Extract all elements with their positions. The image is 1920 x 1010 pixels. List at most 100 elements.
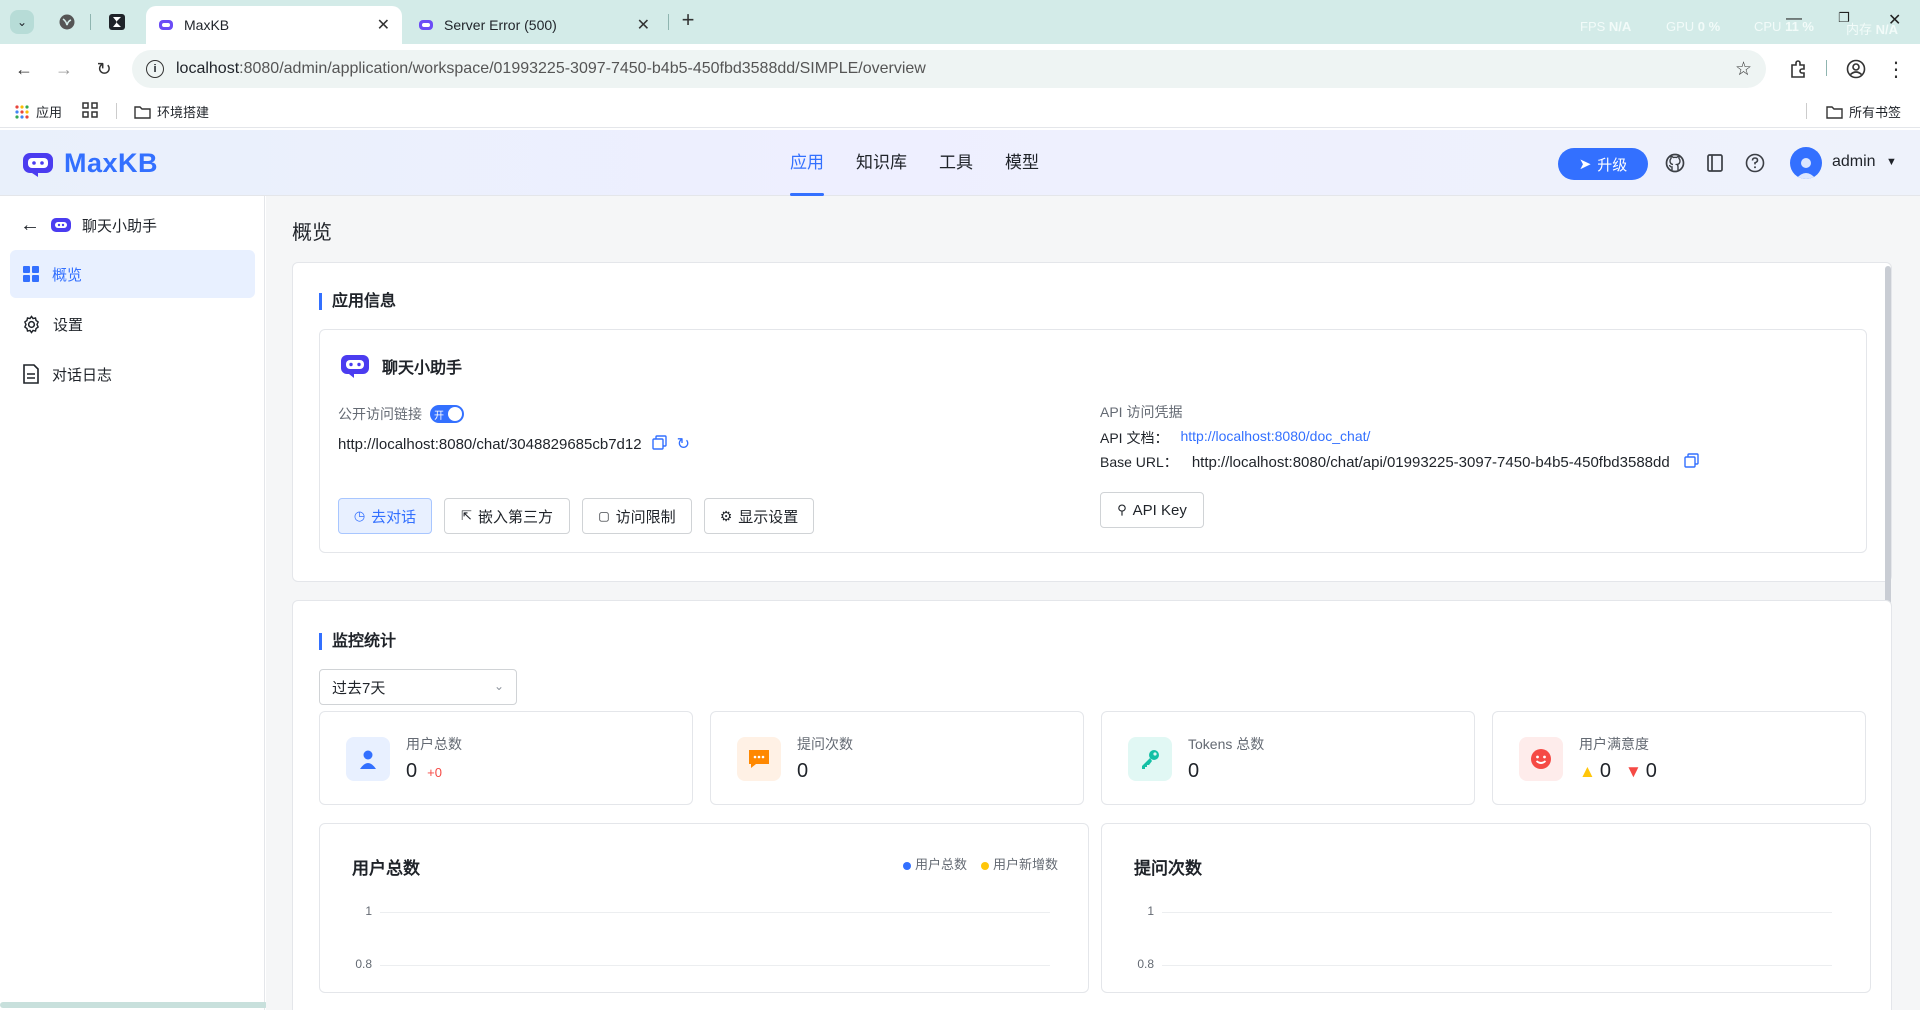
- embed-third-party-button[interactable]: ⇱ 嵌入第三方: [444, 498, 570, 534]
- api-key-button[interactable]: ⚲ API Key: [1100, 492, 1204, 528]
- cpu-readout: CPU 11 %: [1754, 19, 1814, 34]
- maxkb-logo[interactable]: MaxKB: [22, 148, 158, 179]
- stat-cards: 用户总数 0 +0 提问次数 0 Tokens 总数 0 用户满意度 ▲ 0 ▼…: [319, 711, 1867, 805]
- display-settings-button[interactable]: ⚙ 显示设置: [704, 498, 814, 534]
- thumbs-up-icon: ▲: [1579, 762, 1596, 781]
- reload-icon[interactable]: ↻: [92, 57, 116, 81]
- sidebar-item-label: 概览: [52, 266, 83, 284]
- nav-application[interactable]: 应用: [790, 130, 824, 196]
- extensions-icon[interactable]: [1786, 57, 1810, 81]
- y-tick-label: 1: [1147, 904, 1154, 918]
- stat-value: 0: [1188, 760, 1200, 782]
- stat-satisfaction: 用户满意度 ▲ 0 ▼ 0: [1492, 711, 1866, 805]
- app-name-row: 聊天小助手: [340, 354, 462, 378]
- tab-maxkb[interactable]: MaxKB ✕: [146, 6, 402, 44]
- legend-item-user-total[interactable]: 用户总数: [902, 854, 967, 873]
- y-tick-label: 0.8: [355, 957, 372, 971]
- bookmark-separator: [1806, 103, 1807, 119]
- pinned-tab-app-icon[interactable]: [106, 11, 128, 33]
- public-link-url: http://localhost:8080/chat/3048829685cb7…: [338, 435, 642, 453]
- sidebar-item-label: 对话日志: [52, 366, 113, 384]
- gear-icon: ⚙: [719, 507, 733, 524]
- rocket-icon: ➤: [1578, 156, 1592, 173]
- forward-icon[interactable]: →: [52, 57, 76, 81]
- stat-label: Tokens 总数: [1188, 736, 1265, 752]
- close-tab-icon[interactable]: ✕: [377, 15, 390, 35]
- app-bot-icon: [51, 217, 71, 232]
- address-bar: ← → ↻ i localhost:8080/admin/application…: [0, 44, 1920, 94]
- y-tick-label: 1: [365, 904, 372, 918]
- chart-legend: 用户总数 用户新增数: [902, 854, 1058, 873]
- stat-value: 0: [797, 760, 809, 782]
- url-omnibox[interactable]: i localhost:8080/admin/application/works…: [132, 50, 1766, 88]
- close-window-icon[interactable]: ✕: [1888, 10, 1901, 30]
- app-info-panel: 聊天小助手 公开访问链接 开 http://localhost:8080/cha…: [319, 329, 1867, 553]
- base-url-label: Base URL：: [1100, 454, 1178, 470]
- back-to-apps[interactable]: ← 聊天小助手: [20, 214, 157, 237]
- smile-icon: [1519, 737, 1563, 781]
- profile-icon[interactable]: [1844, 57, 1868, 81]
- fps-readout: FPS N/A: [1580, 19, 1632, 34]
- gpu-readout: GPU 0 %: [1666, 19, 1721, 34]
- gridline: [380, 912, 1050, 913]
- apps-grid-icon: [15, 104, 29, 119]
- sidebar-item-settings[interactable]: 设置: [10, 300, 255, 348]
- minimize-icon[interactable]: —: [1786, 10, 1802, 28]
- vertical-scrollbar[interactable]: [1885, 266, 1891, 636]
- dashboard-grid-icon: [23, 266, 39, 282]
- bookmark-folder-env[interactable]: 环境搭建: [134, 102, 209, 121]
- api-doc-link[interactable]: http://localhost:8080/doc_chat/: [1180, 428, 1370, 448]
- go-chat-button[interactable]: ◷ 去对话: [338, 498, 432, 534]
- tab-server-error[interactable]: Server Error (500) ✕: [406, 6, 662, 44]
- stat-value: ▲ 0 ▼ 0: [1579, 760, 1657, 782]
- page-title: 概览: [292, 222, 332, 244]
- docs-book-icon[interactable]: [1704, 152, 1726, 174]
- user-avatar[interactable]: [1790, 147, 1822, 179]
- restore-icon[interactable]: ❐: [1838, 10, 1850, 26]
- gridline: [1162, 965, 1832, 966]
- close-tab-icon[interactable]: ✕: [637, 15, 650, 35]
- username[interactable]: admin: [1832, 153, 1876, 171]
- access-limit-button[interactable]: ▢ 访问限制: [582, 498, 692, 534]
- tab-groups-icon[interactable]: [82, 102, 98, 118]
- app-bot-icon: [341, 355, 369, 378]
- public-access-toggle[interactable]: 开: [430, 405, 464, 423]
- help-icon[interactable]: [1744, 152, 1766, 174]
- base-url-value: http://localhost:8080/chat/api/01993225-…: [1191, 453, 1670, 471]
- section-title-app-info: 应用信息: [319, 293, 396, 310]
- upgrade-button[interactable]: ➤ 升级: [1558, 148, 1648, 180]
- sidebar-item-label: 设置: [53, 316, 84, 334]
- bookmark-folder-all[interactable]: 所有书签: [1826, 102, 1901, 121]
- maxkb-favicon-icon: [159, 20, 173, 30]
- app-header: MaxKB 应用 知识库 工具 模型 ➤ 升级 admin ▼: [0, 130, 1920, 196]
- bookmark-apps[interactable]: 应用: [14, 102, 62, 121]
- stat-tokens-total: Tokens 总数 0: [1101, 711, 1475, 805]
- nav-tools[interactable]: 工具: [939, 130, 973, 196]
- user-caret-down-icon[interactable]: ▼: [1886, 156, 1897, 168]
- new-tab-icon[interactable]: +: [676, 9, 700, 33]
- tab-search-icon[interactable]: ⌄: [10, 10, 34, 34]
- browser-menu-icon[interactable]: ⋮: [1884, 57, 1908, 81]
- github-icon[interactable]: [1664, 152, 1686, 174]
- url-text[interactable]: localhost:8080/admin/application/workspa…: [176, 60, 926, 78]
- horizontal-scrollbar[interactable]: [0, 1002, 268, 1008]
- monitor-card: 监控统计 过去7天 ⌄ 用户总数 0 +0 提问次数 0 Tokens 总数 0…: [292, 600, 1892, 1010]
- legend-item-new-users[interactable]: 用户新增数: [980, 854, 1058, 873]
- refresh-icon[interactable]: ↻: [677, 434, 690, 454]
- api-doc-row: API 文档： http://localhost:8080/doc_chat/: [1100, 428, 1370, 448]
- pinned-tab-globe-icon[interactable]: [56, 11, 78, 33]
- sidebar-item-chat-log[interactable]: 对话日志: [10, 350, 255, 398]
- back-icon[interactable]: ←: [12, 57, 36, 81]
- site-info-icon[interactable]: i: [146, 60, 164, 78]
- sidebar-app-name: 聊天小助手: [82, 218, 158, 235]
- bookmark-star-icon[interactable]: ☆: [1735, 58, 1752, 81]
- copy-icon[interactable]: [1684, 453, 1699, 471]
- time-range-select[interactable]: 过去7天 ⌄: [319, 669, 517, 705]
- chat-bubble-icon: ◷: [353, 508, 366, 523]
- nav-models[interactable]: 模型: [1005, 130, 1039, 196]
- sidebar-item-overview[interactable]: 概览: [10, 250, 255, 298]
- bookmark-separator: [116, 103, 117, 119]
- nav-knowledge[interactable]: 知识库: [856, 130, 907, 196]
- arrow-left-icon[interactable]: ←: [20, 214, 40, 237]
- copy-icon[interactable]: [651, 434, 667, 454]
